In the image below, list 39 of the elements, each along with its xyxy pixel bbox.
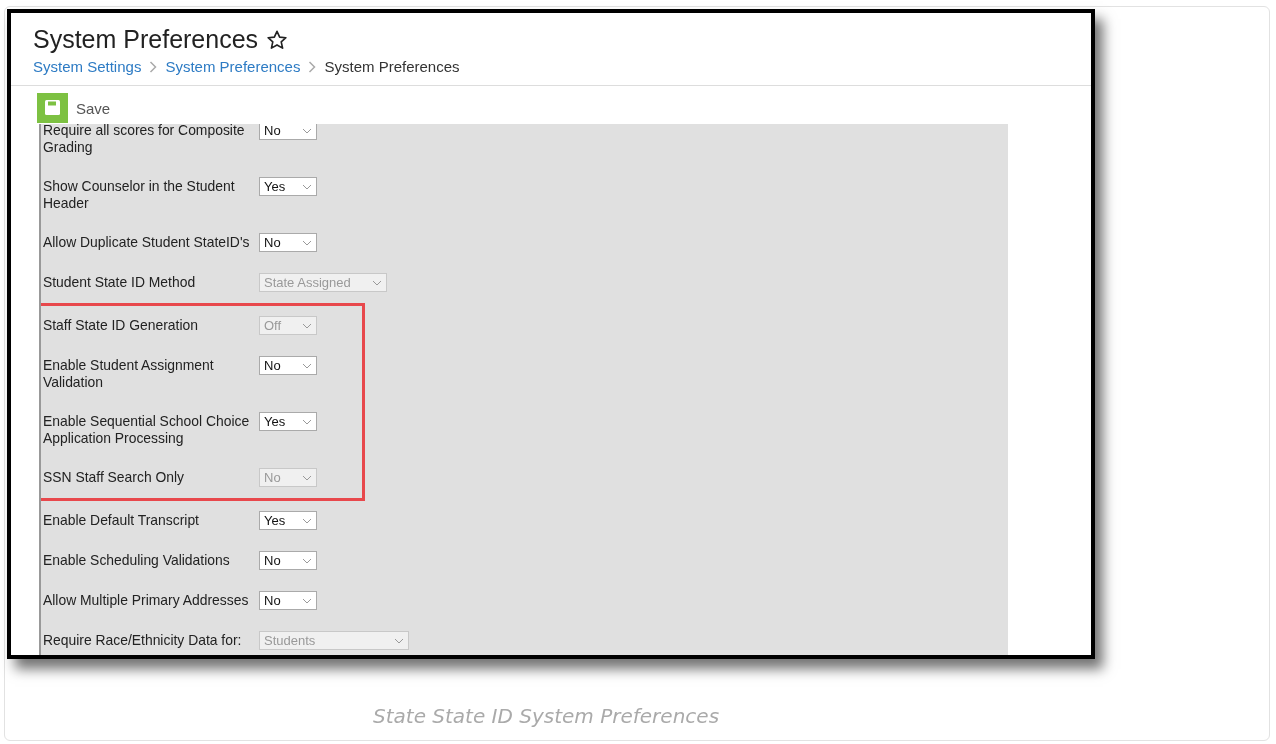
setting-label: SSN Staff Search Only [43, 469, 186, 486]
setting-label: Show Counselor in the Student Header [43, 178, 236, 212]
chevron-right-icon [149, 60, 158, 73]
save-button[interactable]: Save [37, 93, 111, 123]
star-icon[interactable] [266, 28, 289, 51]
page-title: System Preferences [33, 25, 259, 54]
chevron-icon [302, 474, 312, 481]
dropdown[interactable]: Yes [259, 511, 317, 530]
dropdown[interactable]: Yes [259, 177, 317, 196]
dropdown[interactable]: No [259, 551, 317, 570]
dropdown[interactable]: No [259, 124, 317, 140]
breadcrumb-link[interactable]: System Preferences [165, 58, 301, 75]
setting-label: Require all scores for Composite Grading [43, 124, 246, 156]
setting-label: Allow Multiple Primary Addresses [43, 592, 250, 609]
breadcrumb-link[interactable]: System Settings [33, 58, 142, 75]
chevron-icon [302, 127, 312, 134]
chevron-icon [302, 362, 312, 369]
setting-label: Student State ID Method [43, 274, 197, 291]
setting-label: Enable Scheduling Validations [43, 552, 231, 569]
chevron-icon [302, 322, 312, 329]
chevron-icon [302, 418, 312, 425]
chevron-icon [302, 597, 312, 604]
image-caption: State State ID System Preferences [373, 704, 720, 728]
setting-label: Enable Sequential School Choice Application Processing [43, 413, 251, 447]
setting-label: Enable Default Transcript [43, 512, 200, 529]
setting-label: Require Race/Ethnicity Data for: [43, 632, 243, 649]
dropdown[interactable]: No [259, 233, 317, 252]
setting-label: Allow Duplicate Student StateID's [43, 234, 251, 251]
breadcrumb-current: System Preferences [324, 58, 460, 75]
setting-label: Enable Student Assignment Validation [43, 357, 215, 391]
chevron-icon [302, 183, 312, 190]
chevron-icon [394, 637, 404, 644]
chevron-icon [302, 239, 312, 246]
chevron-right-icon [308, 60, 317, 73]
setting-label: Staff State ID Generation [43, 317, 199, 334]
chevron-icon [372, 279, 382, 286]
chevron-icon [302, 517, 312, 524]
dropdown[interactable]: No [259, 591, 317, 610]
chevron-icon [302, 557, 312, 564]
